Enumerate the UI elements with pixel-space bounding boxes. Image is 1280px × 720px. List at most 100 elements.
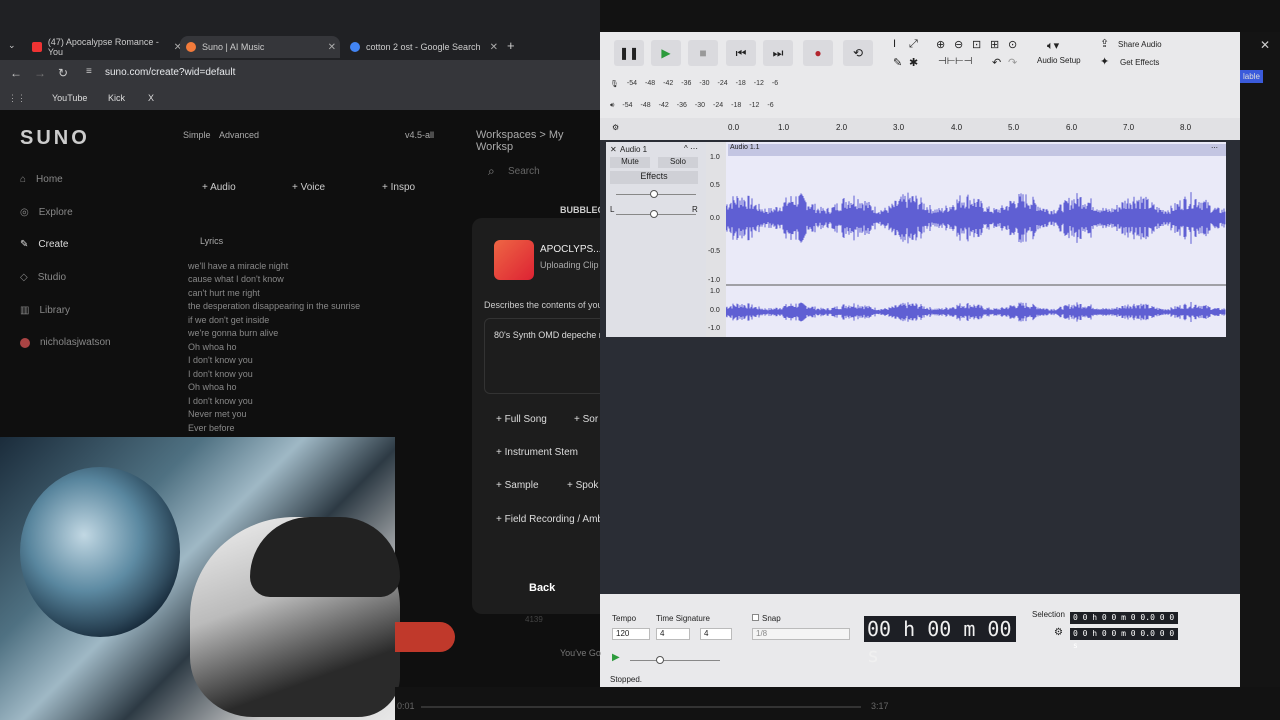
mute-button[interactable]: Mute — [610, 157, 650, 168]
close-icon[interactable]: ✕ — [490, 42, 498, 53]
skip-end-button[interactable]: ⏭ — [763, 40, 793, 66]
selection-end[interactable]: 0 0 h 0 0 m 0 0.0 0 0 s — [1070, 628, 1178, 650]
nav-create[interactable]: ✎ Create — [20, 239, 68, 250]
nav-library[interactable]: ▥ Library — [20, 305, 70, 316]
option-spoken[interactable]: + Spok — [567, 480, 598, 491]
selection-start[interactable]: 0 0 h 0 0 m 0 0.0 0 0 s — [1070, 612, 1178, 634]
forward-icon[interactable]: → — [34, 66, 46, 80]
pan-thumb[interactable] — [650, 210, 658, 218]
audio-setup-label[interactable]: Audio Setup — [1037, 56, 1081, 65]
fit-project-icon[interactable]: ⊞ — [990, 38, 999, 51]
back-icon[interactable]: ← — [10, 66, 22, 80]
close-window-icon[interactable]: ✕ — [1260, 38, 1270, 52]
timeline-options-icon[interactable]: ⚙︎ — [612, 123, 619, 132]
add-audio-button[interactable]: + Audio — [202, 182, 236, 193]
add-voice-button[interactable]: + Voice — [292, 182, 325, 193]
fit-selection-icon[interactable]: ⊡ — [972, 38, 981, 51]
seek-bar[interactable] — [421, 706, 861, 708]
selection-settings-icon[interactable]: ⚙︎ — [1054, 627, 1063, 638]
lyrics-label[interactable]: Lyrics — [200, 236, 223, 246]
silence-icon[interactable]: ⊢⊣ — [955, 56, 972, 67]
undo-icon[interactable]: ↶ — [992, 56, 1001, 69]
tempo-input[interactable]: 120 — [612, 628, 650, 640]
track-row[interactable]: You've Go — [560, 648, 601, 658]
play-at-speed-button[interactable]: ▶ — [612, 652, 620, 663]
add-inspo-button[interactable]: + Inspo — [382, 182, 415, 193]
speed-slider[interactable] — [630, 660, 720, 661]
playback-meter[interactable]: 🔊︎ -54 -48 -42 -36 -30 -24 -18 -12 -6 — [610, 102, 774, 110]
tab-label: cotton 2 ost - Google Search — [366, 42, 481, 52]
get-effects-button[interactable]: Get Effects — [1120, 58, 1159, 67]
nav-explore[interactable]: ◎ Explore — [20, 207, 73, 218]
redo-icon[interactable]: ↷ — [1008, 56, 1017, 69]
pause-button[interactable]: ❚❚ — [614, 40, 644, 66]
clip-menu-icon[interactable]: ⋯ — [1211, 144, 1218, 152]
bookmark-x[interactable]: X — [148, 93, 154, 103]
tab-youtube[interactable]: (47) Apocalypse Romance - You ✕ — [32, 36, 182, 58]
share-audio-button[interactable]: Share Audio — [1118, 40, 1162, 49]
draw-tool-icon[interactable]: ✎ — [893, 56, 902, 69]
zoom-in-icon[interactable]: ⊕ — [936, 38, 945, 51]
clip-title[interactable]: BUBBLEG — [560, 205, 605, 215]
share-icon[interactable]: ⇪ — [1100, 37, 1109, 50]
option-field-recording[interactable]: + Field Recording / Ambie — [496, 514, 611, 525]
option-instrument-stem[interactable]: + Instrument Stem — [496, 447, 578, 458]
mode-advanced[interactable]: Advanced — [219, 130, 259, 140]
skip-start-button[interactable]: ⏮ — [726, 40, 756, 66]
clip-header[interactable]: Audio 1.1 ⋯ — [728, 144, 1226, 156]
url-input[interactable]: suno.com/create?wid=default — [105, 67, 235, 78]
effects-button[interactable]: Effects — [610, 171, 698, 184]
ts-numerator[interactable]: 4 — [656, 628, 690, 640]
option-song[interactable]: + Sor — [574, 414, 598, 425]
new-tab-icon[interactable]: + — [507, 38, 515, 53]
snap-select[interactable]: 1/8 — [752, 628, 850, 640]
selection-tool-icon[interactable]: I — [893, 38, 896, 50]
record-button[interactable]: ● — [803, 40, 833, 66]
mode-simple[interactable]: Simple — [183, 130, 211, 140]
track-name[interactable]: Audio 1 — [620, 145, 647, 154]
time-display[interactable]: 00 h 00 m 00 s — [864, 616, 1016, 667]
pan-right-label: R — [692, 205, 698, 214]
reload-icon[interactable]: ↻ — [58, 66, 68, 80]
tab-suno[interactable]: Suno | AI Music ✕ — [180, 36, 340, 58]
record-meter[interactable]: 🎙︎ -54 -48 -42 -36 -30 -24 -18 -12 -6 — [610, 80, 778, 88]
bookmark-youtube[interactable]: YouTube — [52, 93, 87, 103]
effects-icon[interactable]: ✦ — [1100, 55, 1109, 68]
track-menu-icon[interactable]: ^ ⋯ — [684, 144, 698, 153]
suno-logo[interactable]: SUNO — [20, 127, 90, 150]
apps-icon[interactable]: ⋮⋮ — [8, 93, 26, 104]
solo-button[interactable]: Solo — [658, 157, 698, 168]
speed-thumb[interactable] — [656, 656, 664, 664]
speaker-icon[interactable]: 🔈︎▾ — [1047, 39, 1059, 53]
search-input[interactable]: Search — [508, 166, 540, 177]
option-full-song[interactable]: + Full Song — [496, 414, 547, 425]
gain-thumb[interactable] — [650, 190, 658, 198]
nav-home[interactable]: ⌂ Home — [20, 174, 63, 185]
zoom-out-icon[interactable]: ⊖ — [954, 38, 963, 51]
play-button[interactable]: ▶ — [651, 40, 681, 66]
zoom-toggle-icon[interactable]: ⊙ — [1008, 38, 1017, 51]
version-select[interactable]: v4.5-all — [405, 130, 434, 140]
back-button[interactable]: Back — [529, 582, 555, 594]
vertical-scale[interactable]: 1.0 0.5 0.0 -0.5 -1.0 1.0 0.0 -1.0 — [706, 142, 726, 337]
tab-search-icon[interactable]: ⌄ — [8, 40, 16, 51]
breadcrumb[interactable]: Workspaces > My Worksp — [476, 129, 600, 153]
envelope-tool-icon[interactable]: ⤢ — [909, 38, 918, 51]
timeline-ruler[interactable]: ⚙︎ 0.0 1.0 2.0 3.0 4.0 5.0 6.0 7.0 8.0 — [600, 118, 1240, 140]
create-button[interactable] — [395, 622, 455, 652]
waveform-area[interactable] — [725, 142, 1226, 337]
option-sample[interactable]: + Sample — [496, 480, 539, 491]
bookmark-kick[interactable]: Kick — [108, 93, 125, 103]
stop-button[interactable]: ■ — [688, 40, 718, 66]
snap-checkbox[interactable] — [752, 614, 759, 621]
ts-denominator[interactable]: 4 — [700, 628, 732, 640]
nav-studio[interactable]: ◇ Studio — [20, 272, 66, 283]
site-info-icon[interactable]: ≡ — [86, 66, 92, 77]
track-close-icon[interactable]: ✕ — [610, 145, 617, 154]
nav-profile[interactable]: nicholasjwatson — [20, 337, 111, 348]
trim-icon[interactable]: ⊣⊢ — [938, 56, 955, 67]
multi-tool-icon[interactable]: ✱ — [909, 56, 918, 69]
close-icon[interactable]: ✕ — [328, 42, 336, 53]
tab-google[interactable]: cotton 2 ost - Google Search ✕ — [350, 36, 498, 58]
loop-button[interactable]: ⟲ — [843, 40, 873, 66]
